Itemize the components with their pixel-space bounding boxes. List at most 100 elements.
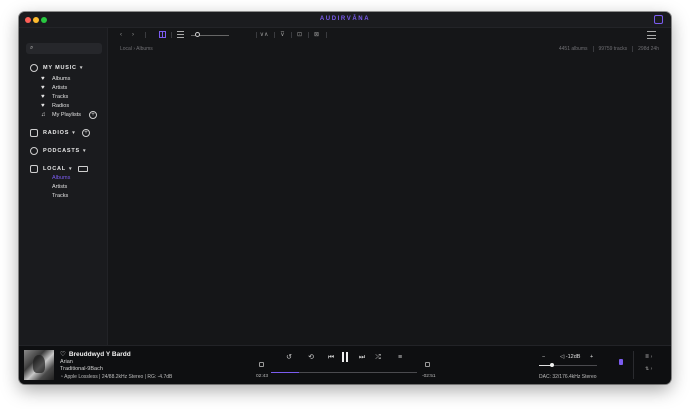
divider [632,46,634,52]
volume-knob[interactable] [549,363,554,367]
queue-thumbnail-icon[interactable] [259,362,264,367]
volume-slider[interactable] [539,363,597,367]
section-my-music-label: MY MUSIC [43,65,77,71]
playlist-icon: ♫ [41,111,46,118]
divider [274,32,275,38]
track-album[interactable]: Traditional-9Bach [60,366,103,372]
sidebar-item-my-music-albums[interactable]: ♥ Albums [41,74,70,83]
sidebar-item-label: Albums [52,75,71,82]
home-icon [30,165,38,173]
divider [145,32,146,38]
replay-button[interactable]: ↺ [284,354,294,362]
favorite-heart-icon[interactable]: ♡ [60,351,66,358]
player-bar: ♡ Breuddwyd Y Bardd Arian Traditional-9Ba… [19,345,671,384]
next-button[interactable]: ⏭ [357,354,367,362]
exclusive-mode-lock-icon[interactable] [619,359,623,365]
chevron-down-icon: ▾ [68,166,73,172]
sidebar-item-local-artists[interactable]: Artists [52,184,67,193]
add-playlist-button[interactable]: + [89,111,97,119]
heart-icon: ♥ [41,102,45,109]
format-text: Apple Lossless | 24/88.2kHz Stereo | RG:… [64,374,173,380]
comment-button[interactable]: ⊡ [296,31,303,39]
grid-view-icon[interactable] [159,31,166,38]
chevron-down-icon: ▾ [82,148,87,154]
track-title-text: Breuddwyd Y Bardd [68,351,131,358]
divider [291,32,292,38]
sidebar-item-my-music-radios[interactable]: ♥ Radios [41,101,69,110]
sidebar-item-label: Tracks [52,93,69,100]
volume-label: -12dB [565,354,581,360]
dac-info: DAC: 32/176.4kHz Stereo [539,374,597,380]
heart-icon: ♥ [41,84,45,91]
divider [633,351,634,379]
pause-button[interactable] [341,352,349,362]
queue-button[interactable]: ≡ [395,354,405,362]
volume-level: ◁ -12dB [560,354,580,360]
repeat-button[interactable]: ⟲ [306,354,316,362]
mini-player-icon[interactable] [654,15,663,24]
folder-settings-icon[interactable] [78,166,88,172]
divider [171,32,172,38]
track-format: ◔ Apple Lossless | 24/88.2kHz Stereo | R… [60,374,172,380]
volume-down-button[interactable]: − [542,354,545,360]
forward-button[interactable]: › [130,31,136,39]
track-title: ♡ Breuddwyd Y Bardd [60,350,131,358]
sidebar-item-label: My Playlists [52,111,82,118]
heart-icon: ♥ [41,93,45,100]
app-title: AUDIRVĀNA [319,16,371,22]
total-duration: 298d 24h [638,46,659,52]
sidebar-item-label: Radios [52,102,70,109]
search-icon: ⌕ [30,45,34,51]
sidebar-item-my-playlists[interactable]: ♫ My Playlists [41,110,81,119]
volume-up-button[interactable]: + [590,354,593,360]
divider [592,46,594,52]
filter-button[interactable]: ⊽ [279,31,286,39]
divider [256,32,257,38]
settings-sliders-icon[interactable] [647,31,656,39]
sidebar-item-my-music-artists[interactable]: ♥ Artists [41,83,67,92]
export-button[interactable]: ⊠ [313,31,320,39]
sidebar-item-my-music-tracks[interactable]: ♥ Tracks [41,92,68,101]
album-cover[interactable] [24,350,54,380]
sidebar-item-local-albums[interactable]: Albums [52,175,70,184]
toolbar: ‹ › ∨∧ ⊽ ⊡ ⊠ [108,28,671,42]
section-podcasts-label: PODCASTS [43,148,80,154]
sidebar-item-label: Artists [52,84,68,91]
chevron-down-icon: ▾ [72,130,76,136]
track-artist[interactable]: Arian [60,359,73,365]
section-my-music[interactable]: MY MUSIC ▾ [30,63,83,73]
progress-bar[interactable] [271,372,417,373]
shuffle-button[interactable]: ⤮ [373,354,383,362]
search-field[interactable]: ⌕ [26,43,102,54]
section-local[interactable]: LOCAL ▾ [30,164,72,174]
breadcrumb[interactable]: Local › Albums [120,46,153,52]
section-podcasts[interactable]: PODCASTS ▾ [30,146,86,156]
sidebar-item-local-tracks[interactable]: Tracks [52,193,68,202]
thumbnail-size-knob[interactable] [195,32,200,37]
library-stats: 4451 albums 99759 tracks 298d 24h [559,46,659,52]
section-local-label: LOCAL [43,166,66,172]
progress-fill [271,372,299,373]
globe-icon [30,64,38,72]
back-button[interactable]: ‹ [118,31,124,39]
chevron-down-icon: ▾ [79,65,84,71]
elapsed-time: 02:43 [256,374,269,379]
track-count: 99759 tracks [598,46,628,52]
radio-icon [30,129,38,137]
content-header: Local › Albums 4451 albums 99759 tracks … [108,42,671,58]
app-window: AUDIRVĀNA ⌕ MY MUSIC ▾ ♥ Albums ♥ Artist… [19,12,671,384]
section-radios[interactable]: RADIOS ▾ [30,128,76,138]
section-radios-label: RADIOS [43,130,70,136]
output-device-button[interactable]: ≣ › [645,354,652,360]
add-radio-button[interactable]: + [82,129,90,137]
title-bar: AUDIRVĀNA [19,12,671,28]
divider [326,32,327,38]
podcast-icon [30,147,38,155]
album-count: 4451 albums [558,46,588,52]
previous-button[interactable]: ⏮ [326,354,336,362]
lyrics-icon[interactable] [425,362,430,367]
upsampling-button[interactable]: ⇅ › [645,366,652,372]
divider [308,32,309,38]
list-view-icon[interactable] [177,31,184,38]
sort-button[interactable]: ∨∧ [259,31,269,39]
